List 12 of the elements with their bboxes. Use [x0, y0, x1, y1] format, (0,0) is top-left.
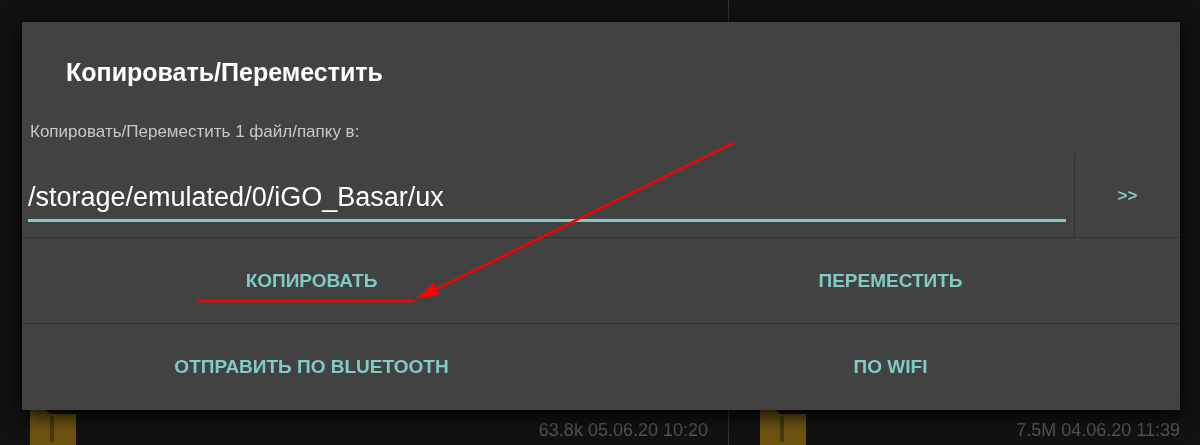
dialog-title: Копировать/Переместить	[65, 57, 384, 88]
browse-button[interactable]: >>	[1074, 154, 1180, 237]
action-button[interactable]: ПЕРЕМЕСТИТЬ	[601, 238, 1180, 323]
action-button[interactable]: ПО WIFI	[601, 324, 1180, 409]
path-field[interactable]: /storage/emulated/0/iGO_Basar/ux	[28, 182, 1066, 222]
zip-folder-icon	[760, 410, 806, 445]
zip-folder-icon	[30, 410, 76, 445]
action-button[interactable]: ОТПРАВИТЬ ПО BLUETOOTH	[22, 324, 601, 409]
file-details: 7.5M 04.06.20 11:39	[1016, 420, 1180, 441]
action-button[interactable]: КОПИРОВАТЬ	[22, 238, 601, 323]
file-details: 63.8k 05.06.20 10:20	[538, 420, 708, 441]
prompt-label: Копировать/Переместить 1 файл/папку в:	[29, 121, 361, 143]
